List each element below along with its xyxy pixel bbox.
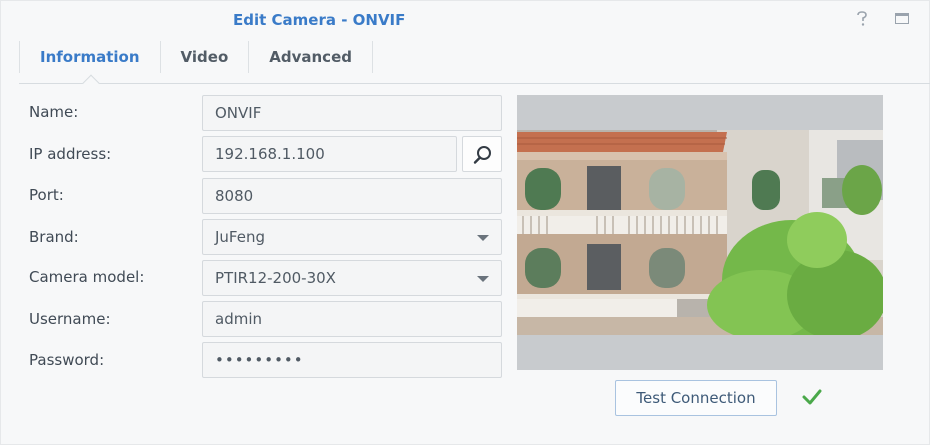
password-field[interactable]: ••••••••• bbox=[202, 342, 502, 378]
camera-model-select[interactable]: PTIR12-200-30X bbox=[202, 260, 502, 296]
name-label: Name: bbox=[29, 103, 79, 121]
username-label: Username: bbox=[29, 310, 111, 328]
camera-preview bbox=[517, 95, 883, 370]
test-connection-button[interactable]: Test Connection bbox=[615, 380, 777, 416]
tab-divider bbox=[19, 83, 930, 84]
search-button[interactable] bbox=[462, 136, 502, 172]
chevron-down-icon bbox=[477, 235, 489, 241]
camera-model-label: Camera model: bbox=[29, 268, 145, 286]
maximize-icon[interactable] bbox=[894, 11, 910, 27]
active-tab-indicator bbox=[82, 74, 100, 92]
brand-select[interactable]: JuFeng bbox=[202, 219, 502, 255]
camera-model-value: PTIR12-200-30X bbox=[215, 269, 336, 287]
brand-value: JuFeng bbox=[215, 228, 265, 246]
ip-address-label: IP address: bbox=[29, 145, 112, 163]
password-label: Password: bbox=[29, 351, 105, 369]
check-icon bbox=[802, 389, 822, 405]
tab-advanced[interactable]: Advanced bbox=[248, 41, 373, 73]
tab-information[interactable]: Information bbox=[19, 41, 160, 73]
edit-camera-dialog: Edit Camera - ONVIF Information Video Ad… bbox=[0, 0, 930, 445]
chevron-down-icon bbox=[477, 276, 489, 282]
tab-bar: Information Video Advanced bbox=[19, 41, 373, 73]
port-label: Port: bbox=[29, 186, 64, 204]
ip-address-field[interactable]: 192.168.1.100 bbox=[202, 136, 457, 172]
tab-video[interactable]: Video bbox=[159, 41, 249, 73]
search-icon bbox=[473, 146, 491, 164]
help-icon[interactable] bbox=[854, 11, 870, 27]
dialog-title: Edit Camera - ONVIF bbox=[233, 11, 406, 29]
port-field[interactable]: 8080 bbox=[202, 178, 502, 214]
brand-label: Brand: bbox=[29, 228, 79, 246]
camera-snapshot-image bbox=[517, 130, 883, 335]
username-field[interactable]: admin bbox=[202, 301, 502, 337]
name-field[interactable]: ONVIF bbox=[202, 95, 502, 131]
